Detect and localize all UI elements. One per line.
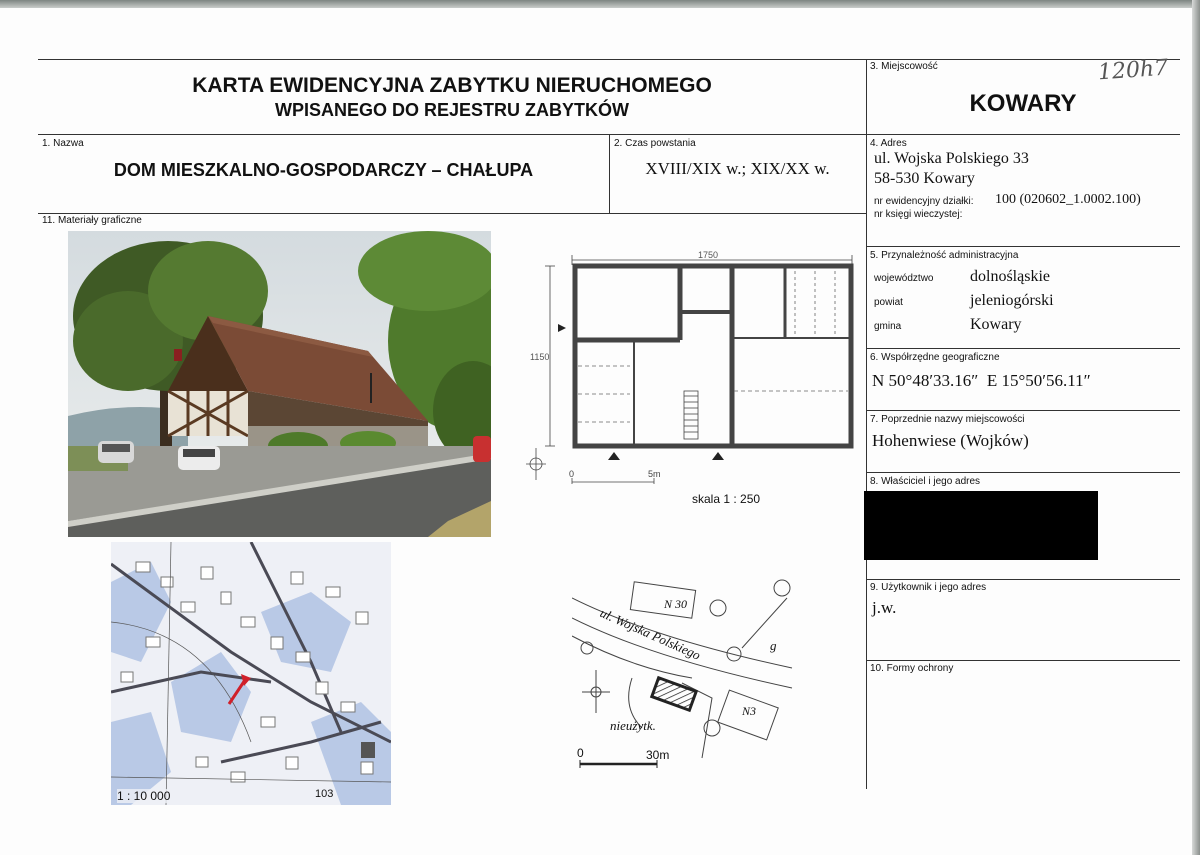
card-title: KARTA EWIDENCYJNA ZABYTKU NIERUCHOMEGO <box>192 74 712 97</box>
field-label-wspolrzedne: 6. Współrzędne geograficzne <box>870 352 1000 363</box>
rule-after-prevnames <box>866 472 1180 473</box>
field-label-adres: 4. Adres <box>870 138 907 149</box>
plan-scale-five: 5m <box>648 469 661 479</box>
rule-after-user <box>866 660 1180 661</box>
powiat-value: jeleniogórski <box>970 292 1054 309</box>
rule-after-address <box>866 246 1180 247</box>
plan-height-dimension: 1150 <box>530 352 550 362</box>
field-value-miejscowosc: KOWARY <box>969 90 1077 117</box>
situation-nieuzytk-label: nieużytk. <box>610 718 656 733</box>
card-subtitle: WPISANEGO DO REJESTRU ZABYTKÓW <box>274 100 629 120</box>
field-value-uzytkownik: j.w. <box>872 598 897 617</box>
situation-n3-label: N3 <box>742 704 757 718</box>
dzialka-value: 100 (020602_1.0002.100) <box>995 192 1141 207</box>
wojewodztwo-label: województwo <box>874 273 934 284</box>
situation-scale-thirty: 30m <box>646 748 670 762</box>
field-label-uzytkownik: 9. Użytkownik i jego adres <box>870 582 987 593</box>
field-value-wspolrzedne: N 50°48′33.16″ E 15°50′56.11″ <box>872 371 1091 390</box>
gmina-value: Kowary <box>970 316 1022 333</box>
field-label-miejscowosc: 3. Miejscowość <box>870 61 938 72</box>
address-line-2: 58-530 Kowary <box>874 170 975 187</box>
scan-right-edge <box>1192 0 1200 855</box>
field-label-czas: 2. Czas powstania <box>614 138 696 149</box>
rule-after-admin <box>866 348 1180 349</box>
topomap-scale: 1 : 10 000 <box>117 789 171 803</box>
rule-top <box>38 59 1180 60</box>
ksiega-label: nr księgi wieczystej: <box>874 209 963 220</box>
field-value-poprzednie: Hohenwiese (Wojków) <box>872 431 1029 450</box>
floor-plan-drawing <box>526 255 854 484</box>
topographic-map <box>111 542 391 805</box>
building-photograph <box>68 231 491 537</box>
rule-after-owner <box>866 579 1180 580</box>
scan-top-edge <box>0 0 1200 8</box>
field-label-wlasciciel: 8. Właściciel i jego adres <box>870 476 981 487</box>
handwritten-register-number: 120h7 <box>1097 55 1169 86</box>
field-label-poprzednie: 7. Poprzednie nazwy miejscowości <box>870 414 1025 425</box>
plan-scale-caption: skala 1 : 250 <box>692 492 761 506</box>
field-label-ochrona: 10. Formy ochrony <box>870 663 954 674</box>
field-value-nazwa: DOM MIESZKALNO-GOSPODARCZY – CHAŁUPA <box>113 160 534 180</box>
field-label-nazwa: 1. Nazwa <box>42 138 84 149</box>
plan-width-dimension: 1750 <box>698 250 719 260</box>
plan-scale-zero: 0 <box>569 469 575 479</box>
field-label-materialy: 11. Materiały graficzne <box>42 215 142 226</box>
field-label-przynaleznosc: 5. Przynależność administracyjna <box>870 250 1019 261</box>
rule-row3 <box>38 213 866 214</box>
redaction-box <box>864 491 1098 560</box>
topomap-sheet-number: 103 <box>315 788 334 800</box>
powiat-label: powiat <box>874 297 903 308</box>
situation-n30-label: N 30 <box>664 597 688 611</box>
rule-right-column <box>866 59 867 789</box>
gmina-label: gmina <box>874 321 902 332</box>
address-line-1: ul. Wojska Polskiego 33 <box>874 150 1029 167</box>
dzialka-label: nr ewidencyjny działki: <box>874 196 974 207</box>
wojewodztwo-value: dolnośląskie <box>970 268 1050 285</box>
situation-g-label: g <box>770 638 777 653</box>
field-value-czas: XVIII/XIX w.; XIX/XX w. <box>645 159 830 178</box>
rule-after-coords <box>866 410 1180 411</box>
situation-scale-zero: 0 <box>577 746 584 760</box>
